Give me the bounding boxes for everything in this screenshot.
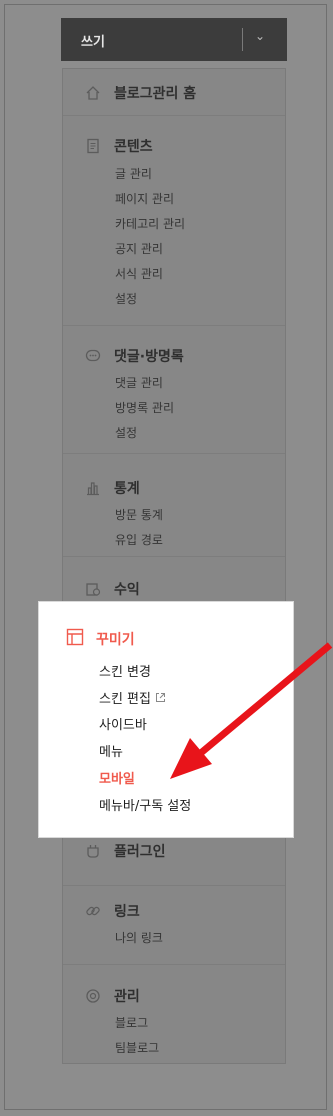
arrow-head [170,738,212,779]
arrow-shaft [193,642,333,760]
red-arrow-annotation [170,642,333,779]
